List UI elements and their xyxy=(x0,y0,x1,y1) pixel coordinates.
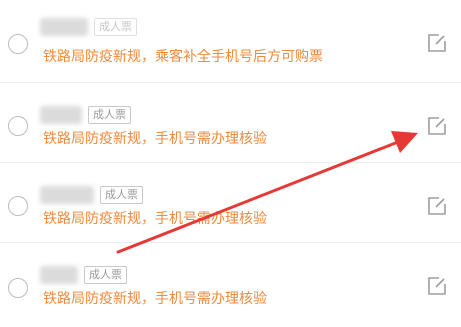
edit-icon[interactable] xyxy=(426,275,448,297)
passenger-name-redacted xyxy=(40,106,82,124)
passenger-list: 成人票 铁路局防疫新规，乘客补全手机号后方可购票 成人票 铁路局防疫新规，手机号… xyxy=(0,0,461,327)
radio-icon[interactable] xyxy=(8,196,28,216)
passenger-row[interactable]: 成人票 铁路局防疫新规，手机号需办理核验 xyxy=(0,242,461,327)
passenger-name-line: 成人票 xyxy=(40,264,127,286)
radio-icon[interactable] xyxy=(8,34,28,54)
passenger-name-redacted xyxy=(40,186,94,204)
radio-icon[interactable] xyxy=(8,116,28,136)
ticket-type-badge: 成人票 xyxy=(94,18,137,36)
passenger-row[interactable]: 成人票 铁路局防疫新规，手机号需办理核验 xyxy=(0,82,461,162)
passenger-name-line: 成人票 xyxy=(40,104,131,126)
radio-icon[interactable] xyxy=(8,278,28,298)
passenger-name-line: 成人票 xyxy=(40,184,143,206)
ticket-type-badge: 成人票 xyxy=(84,266,127,284)
notice-text: 铁路局防疫新规，手机号需办理核验 xyxy=(43,211,267,227)
passenger-name-redacted xyxy=(40,266,78,284)
passenger-name-line: 成人票 xyxy=(40,16,137,38)
passenger-name-redacted xyxy=(40,18,88,36)
ticket-type-badge: 成人票 xyxy=(100,186,143,204)
notice-text: 铁路局防疫新规，手机号需办理核验 xyxy=(43,291,267,307)
ticket-type-badge: 成人票 xyxy=(88,106,131,124)
notice-text: 铁路局防疫新规，手机号需办理核验 xyxy=(43,131,267,147)
edit-icon[interactable] xyxy=(426,32,448,54)
passenger-row[interactable]: 成人票 铁路局防疫新规，手机号需办理核验 xyxy=(0,162,461,242)
edit-icon[interactable] xyxy=(426,115,448,137)
passenger-row[interactable]: 成人票 铁路局防疫新规，乘客补全手机号后方可购票 xyxy=(0,0,461,82)
notice-text: 铁路局防疫新规，乘客补全手机号后方可购票 xyxy=(43,49,323,65)
edit-icon[interactable] xyxy=(426,195,448,217)
